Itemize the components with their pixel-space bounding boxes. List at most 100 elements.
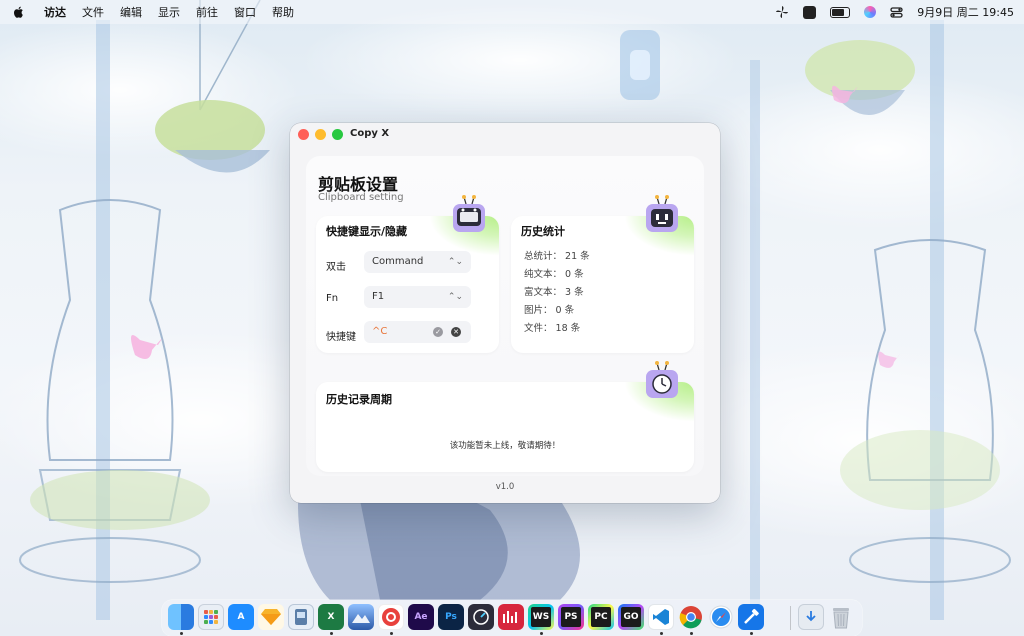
menu-item-file[interactable]: 文件 [74,4,112,20]
running-indicator [540,632,543,635]
copyx-window: Copy X 剪贴板设置 Clipboard setting 快捷键显示/隐藏 … [290,123,720,503]
menu-bar: 访达 文件 编辑 显示 前往 窗口 帮助 9月9日 周二 19:45 [0,0,1024,24]
dock-netease-music[interactable] [378,604,404,630]
stat-rich-text: 富文本： 3 条 [524,287,584,298]
coming-soon-notice: 该功能暂未上线，敬请期待！ [449,441,561,451]
grid-icon [204,610,218,624]
dock-vscode[interactable] [648,604,674,630]
gauge-icon [473,609,489,625]
dock-separator [790,606,791,630]
fn-select[interactable]: F1 ⌃⌄ [364,286,471,308]
clear-x-icon[interactable]: ✕ [451,327,461,337]
dock-instruments[interactable] [468,604,494,630]
hotkey-label: 快捷键 [326,332,356,343]
history-period-card: 历史记录周期 该功能暂未上线，敬请期待！ [316,361,694,472]
stat-images: 图片： 0 条 [524,305,575,316]
history-stats-title: 历史统计 [521,225,573,238]
dock-downloads[interactable] [798,604,824,630]
dock-photoshop[interactable]: Ps [438,604,464,630]
dock-after-effects[interactable]: Ae [408,604,434,630]
chevron-updown-icon: ⌃⌄ [447,292,463,302]
dock-phpstorm[interactable]: PS [558,604,584,630]
running-indicator [750,632,753,635]
stat-files: 文件： 18 条 [524,323,581,334]
hotkey-recorder-field[interactable]: ^C ✓ ✕ [364,321,471,343]
stat-plain-text: 纯文本： 0 条 [524,269,584,280]
version-label: v1.0 [495,482,515,492]
webstorm-logo: WS [531,607,551,627]
hammer-icon [744,608,759,624]
phpstorm-logo: PS [561,607,581,627]
dock-launchpad[interactable] [198,604,224,630]
window-titlebar[interactable]: Copy X [290,123,720,147]
confirm-check-icon[interactable]: ✓ [433,327,443,337]
dock-mweb[interactable] [498,604,524,630]
double-click-select-value: Command [372,256,424,267]
dock-app-store[interactable]: A [228,604,254,630]
menu-item-go[interactable]: 前往 [188,4,226,20]
siri-icon[interactable] [864,6,877,18]
download-arrow-icon [806,611,816,622]
mountain-icon [352,614,370,623]
dock-finder[interactable] [168,604,194,630]
pycharm-logo: PC [591,607,611,627]
menu-item-help[interactable]: 帮助 [264,4,302,20]
control-center-icon[interactable] [890,6,903,19]
dock-xcode[interactable] [738,604,764,630]
running-indicator [690,632,693,635]
dock-safari[interactable] [708,604,734,630]
fan-status-icon[interactable] [775,5,789,19]
running-indicator [330,632,333,635]
history-stats-card: 历史统计 总统计： 21 条 纯文本： 0 条 富文本： 3 条 图片： 0 条… [511,195,694,353]
settings-panel: 剪贴板设置 Clipboard setting 快捷键显示/隐藏 双击 Comm… [306,156,704,476]
chevron-updown-icon: ⌃⌄ [447,257,463,267]
music-disc-icon [382,608,400,626]
dock: A X Ae Ps WS PS PC GO [162,600,862,636]
trash-icon [833,608,849,629]
menu-item-edit[interactable]: 编辑 [112,4,150,20]
dock-goland[interactable]: GO [618,604,644,630]
dock-pycharm[interactable]: PC [588,604,614,630]
menu-bar-clock[interactable]: 9月9日 周二 19:45 [917,4,1014,20]
battery-icon[interactable] [830,6,851,18]
double-click-select[interactable]: Command ⌃⌄ [364,251,471,273]
menu-item-window[interactable]: 窗口 [226,4,264,20]
dock-webstorm[interactable]: WS [528,604,554,630]
dock-excel[interactable]: X [318,604,344,630]
running-indicator [660,632,663,635]
zoom-button[interactable] [332,129,343,140]
page-subtitle: Clipboard setting [318,192,404,203]
running-indicator [180,632,183,635]
fn-select-value: F1 [372,291,385,302]
dock-trash[interactable] [828,604,854,630]
history-period-title: 历史记录周期 [326,393,400,406]
app-status-icon[interactable] [803,5,817,19]
window-title: Copy X [350,128,390,139]
fn-label: Fn [326,293,339,304]
robot-keyboard-mascot-icon [453,195,485,232]
dock-preview[interactable] [288,604,314,630]
compass-icon [709,605,733,629]
minimize-button[interactable] [315,129,326,140]
robot-display-mascot-icon [646,195,678,232]
stat-total: 总统计： 21 条 [524,251,590,262]
menu-item-view[interactable]: 显示 [150,4,188,20]
running-indicator [390,632,393,635]
dock-chrome[interactable] [678,604,704,630]
shortcut-card: 快捷键显示/隐藏 双击 Command ⌃⌄ Fn F1 ⌃⌄ 快捷键 ^C ✓… [316,195,499,353]
apple-icon[interactable] [12,5,26,19]
diamond-icon [261,609,281,625]
bars-icon [503,611,517,623]
close-button[interactable] [298,129,309,140]
hotkey-value: ^C [372,326,388,337]
goland-logo: GO [621,607,641,627]
dock-sketch[interactable] [258,604,284,630]
chrome-logo-icon [679,606,702,629]
menu-item-finder[interactable]: 访达 [36,4,74,20]
shortcut-card-title: 快捷键显示/隐藏 [326,225,416,238]
double-click-label: 双击 [326,262,346,273]
robot-clock-mascot-icon [646,361,678,398]
document-icon [295,609,307,625]
dock-monterey[interactable] [348,604,374,630]
traffic-lights [298,129,343,140]
